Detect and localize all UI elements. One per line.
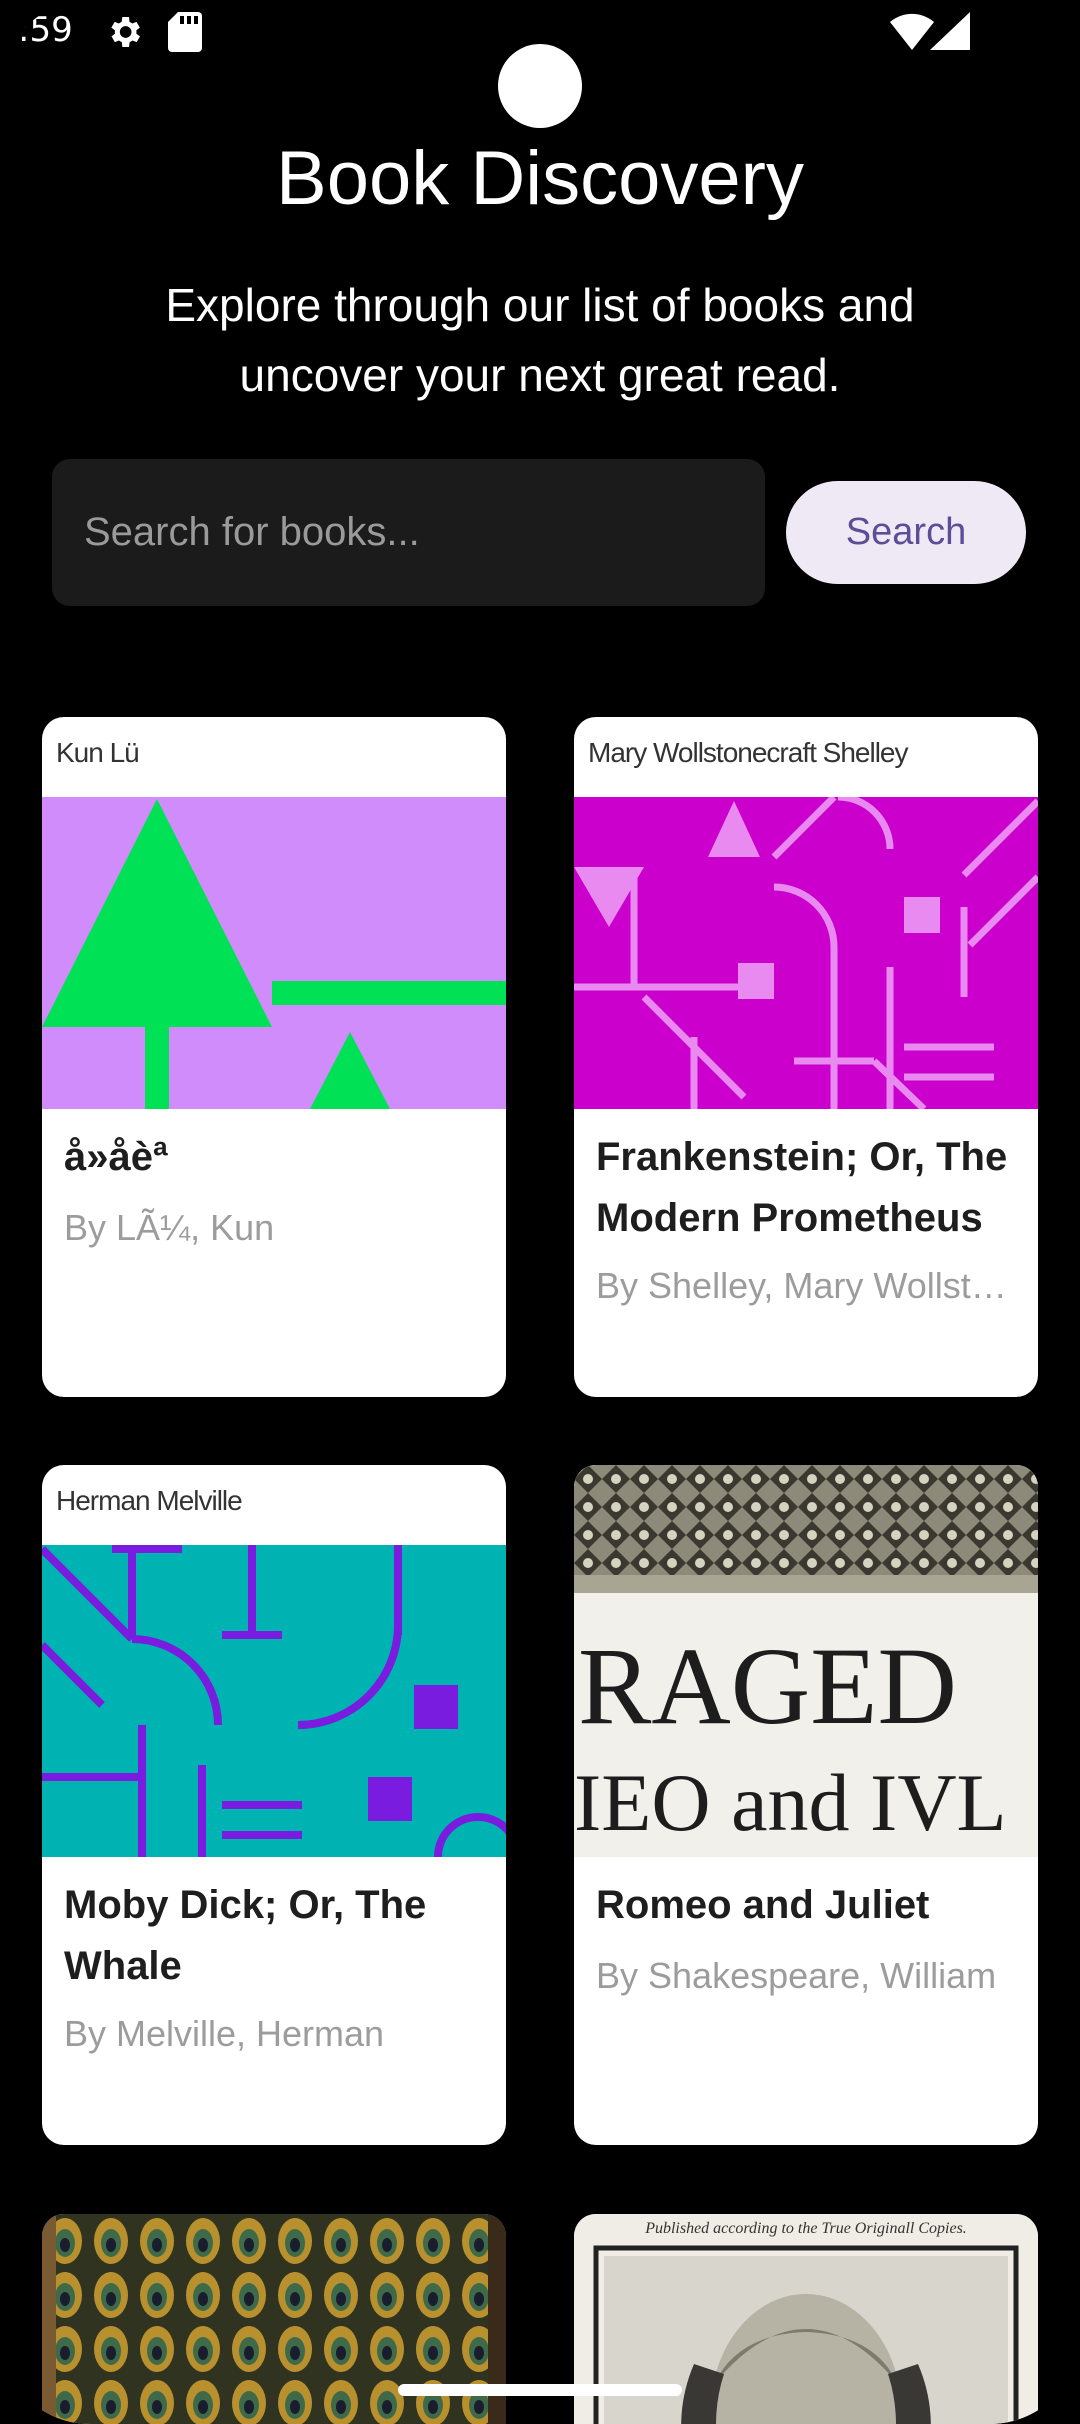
book-author: By Melville, Herman bbox=[64, 2013, 385, 2054]
settings-gear-icon bbox=[104, 12, 144, 56]
book-title: Moby Dick; Or, The Whale bbox=[64, 1883, 427, 1988]
book-cover-image: RAGED IEO and IVL bbox=[574, 1465, 1038, 1857]
book-cover-image bbox=[42, 797, 506, 1109]
book-title: Frankenstein; Or, The Modern Prometheus bbox=[596, 1135, 1008, 1240]
cover-author-text: Mary Wollstonecraft Shelley bbox=[588, 737, 908, 768]
status-time: :59 bbox=[18, 10, 73, 50]
sd-card-icon bbox=[168, 12, 202, 56]
book-card[interactable]: Mary Wollstonecraft Shelley Frankenstein… bbox=[574, 717, 1038, 1397]
cover-author-text: Herman Melville bbox=[56, 1485, 243, 1516]
book-cover-image bbox=[42, 1545, 506, 1857]
home-indicator[interactable] bbox=[398, 2384, 682, 2396]
search-button[interactable]: Search bbox=[786, 481, 1026, 584]
cover-author-text: Kun Lü bbox=[56, 737, 140, 768]
book-title: Romeo and Juliet bbox=[596, 1883, 930, 1927]
book-card[interactable]: Kun Lü å»åèª By LÃ¼, Kun bbox=[42, 717, 506, 1397]
book-author: By Shelley, Mary Wollstonecraft bbox=[596, 1265, 1026, 1306]
book-card[interactable]: Herman Melville Moby Dick; Or, The Whale… bbox=[42, 1465, 506, 2145]
book-title: å»åèª bbox=[64, 1135, 168, 1179]
book-card[interactable]: RAGED IEO and IVL Romeo and Juliet By Sh… bbox=[574, 1465, 1038, 2145]
cover-caption: Published according to the True Original… bbox=[645, 2220, 967, 2237]
book-author: By Shakespeare, William bbox=[596, 1955, 997, 1996]
wifi-icon bbox=[890, 12, 934, 54]
front-camera-cutout bbox=[498, 44, 582, 128]
search-input[interactable] bbox=[52, 459, 765, 606]
book-author: By LÃ¼, Kun bbox=[64, 1207, 275, 1248]
page-title: Book Discovery bbox=[276, 136, 804, 221]
page-subtitle: Explore through our list of books and un… bbox=[165, 279, 915, 401]
cover-text-large: RAGED bbox=[578, 1625, 957, 1747]
book-cover-image bbox=[574, 797, 1038, 1109]
cover-text-small: IEO and IVL bbox=[574, 1757, 1007, 1848]
cellular-signal-icon bbox=[930, 12, 970, 54]
app-screen: :59 Book Discovery Explore through our l… bbox=[0, 0, 1080, 2424]
